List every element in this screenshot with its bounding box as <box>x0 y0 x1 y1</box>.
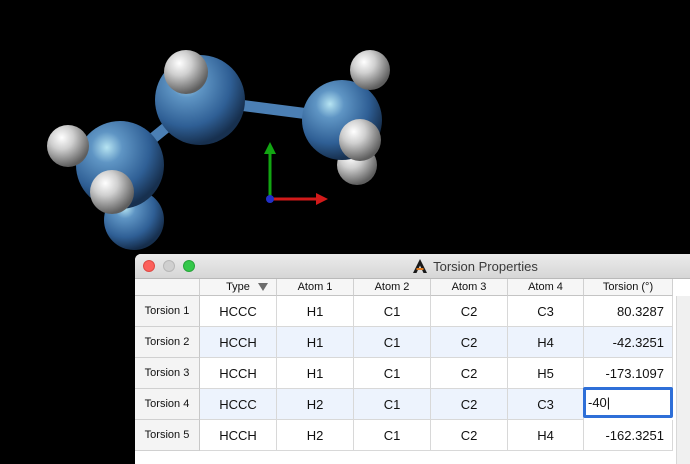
hydrogen-atom[interactable] <box>90 170 134 214</box>
cell-torsion[interactable]: -162.3251 <box>584 420 673 451</box>
cell-atom2[interactable]: C1 <box>354 296 431 327</box>
cell-atom1[interactable]: H1 <box>277 296 354 327</box>
cell-atom4[interactable]: C3 <box>508 389 584 420</box>
row-header[interactable]: Torsion 3 <box>135 358 200 389</box>
cell-type[interactable]: HCCC <box>200 389 277 420</box>
row-header[interactable]: Torsion 4 <box>135 389 200 420</box>
torsion-edit-value: -40| <box>588 395 611 410</box>
hydrogen-atom[interactable] <box>47 125 89 167</box>
torsion-edit-field[interactable]: -40| <box>583 387 673 418</box>
cell-atom2[interactable]: C1 <box>354 358 431 389</box>
row-header[interactable]: Torsion 1 <box>135 296 200 327</box>
cell-torsion[interactable]: -173.1097 <box>584 358 673 389</box>
z-axis-point <box>266 195 274 203</box>
cell-atom4[interactable]: H4 <box>508 327 584 358</box>
window-titlebar[interactable]: Torsion Properties <box>135 254 690 279</box>
column-header-torsion[interactable]: Torsion (°) <box>584 279 673 296</box>
cell-atom4[interactable]: H4 <box>508 420 584 451</box>
cell-atom3[interactable]: C2 <box>431 296 508 327</box>
cell-atom2[interactable]: C1 <box>354 420 431 451</box>
column-header-atom2[interactable]: Atom 2 <box>354 279 431 296</box>
cell-type[interactable]: HCCC <box>200 296 277 327</box>
cell-atom3[interactable]: C2 <box>431 358 508 389</box>
cell-atom2[interactable]: C1 <box>354 327 431 358</box>
hydrogen-atom[interactable] <box>350 50 390 90</box>
row-header[interactable]: Torsion 5 <box>135 420 200 451</box>
window-title: Torsion Properties <box>433 258 538 274</box>
cell-atom1[interactable]: H1 <box>277 327 354 358</box>
torsion-table: Type Atom 1 Atom 2 Atom 3 Atom 4 Torsion… <box>135 279 690 464</box>
cell-atom4[interactable]: C3 <box>508 296 584 327</box>
x-axis-arrow-icon <box>316 193 328 205</box>
cell-type[interactable]: HCCH <box>200 420 277 451</box>
window-title-group: Torsion Properties <box>135 254 690 278</box>
column-header-atom4[interactable]: Atom 4 <box>508 279 584 296</box>
cell-atom3[interactable]: C2 <box>431 389 508 420</box>
torsion-properties-window: Torsion Properties Type Atom 1 Atom 2 At… <box>135 254 690 464</box>
hydrogen-atom[interactable] <box>339 119 381 161</box>
cell-torsion[interactable]: -42.3251 <box>584 327 673 358</box>
y-axis-arrow-icon <box>264 142 276 154</box>
cell-atom3[interactable]: C2 <box>431 327 508 358</box>
avogadro-app-icon <box>413 259 428 273</box>
cell-atom2[interactable]: C1 <box>354 389 431 420</box>
corner-header <box>135 279 200 296</box>
column-header-atom3[interactable]: Atom 3 <box>431 279 508 296</box>
hydrogen-atom[interactable] <box>164 50 208 94</box>
cell-atom1[interactable]: H2 <box>277 389 354 420</box>
cell-type[interactable]: HCCH <box>200 327 277 358</box>
cell-type[interactable]: HCCH <box>200 358 277 389</box>
cell-atom1[interactable]: H1 <box>277 358 354 389</box>
cell-atom3[interactable]: C2 <box>431 420 508 451</box>
column-header-label: Type <box>226 281 250 293</box>
cell-atom1[interactable]: H2 <box>277 420 354 451</box>
column-header-atom1[interactable]: Atom 1 <box>277 279 354 296</box>
sort-descending-icon <box>258 283 268 291</box>
cell-torsion[interactable]: 80.3287 <box>584 296 673 327</box>
cell-atom4[interactable]: H5 <box>508 358 584 389</box>
column-header-type[interactable]: Type <box>200 279 277 296</box>
vertical-scrollbar[interactable] <box>676 296 690 464</box>
row-header[interactable]: Torsion 2 <box>135 327 200 358</box>
